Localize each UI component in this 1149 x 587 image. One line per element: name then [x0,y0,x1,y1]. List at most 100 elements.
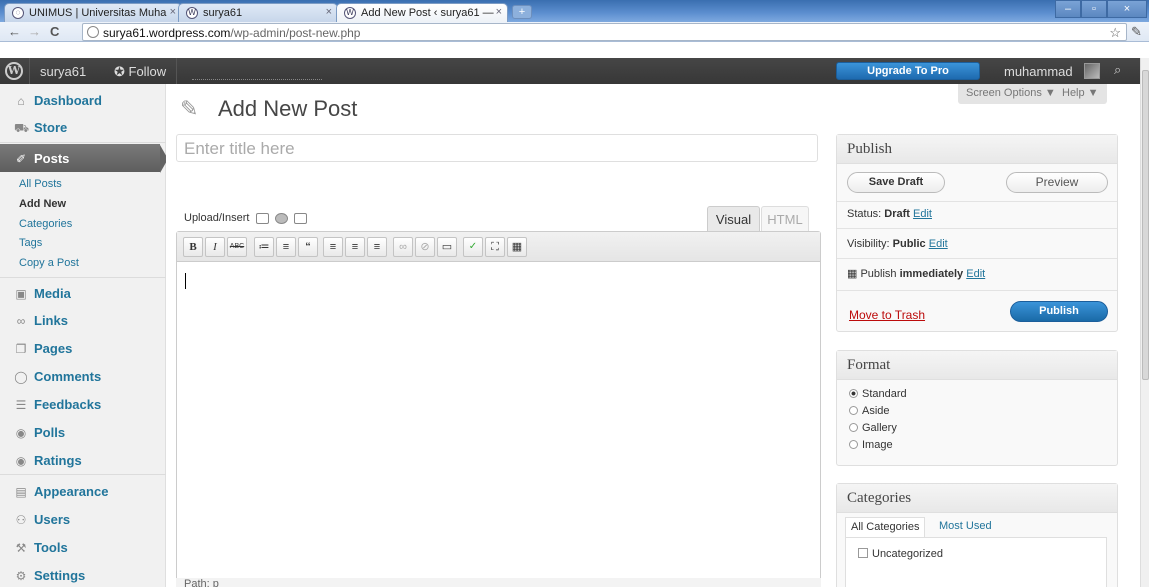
format-option-gallery[interactable]: Gallery [849,422,897,434]
sidebar-item-ratings[interactable]: ◉ Ratings [0,448,160,474]
sidebar-item-pages[interactable]: ❐ Pages [0,336,160,362]
sidebar-item-tools[interactable]: ⚒ Tools [0,535,160,561]
scrollbar-thumb[interactable] [1142,70,1149,380]
align-left-icon[interactable]: ≡ [323,237,343,257]
numbered-list-icon[interactable]: ≡ [276,237,296,257]
sidebar-item-appearance[interactable]: ▤ Appearance [0,479,160,505]
submenu-categories[interactable]: Categories [19,218,72,230]
bullet-list-icon[interactable]: ≔ [254,237,274,257]
media-icon: ▣ [15,287,27,301]
save-draft-button[interactable]: Save Draft [847,172,945,193]
browser-tab-unimus[interactable]: ◌ UNIMUS | Universitas Muha × [4,3,182,22]
add-poll-icon[interactable] [293,212,307,224]
align-right-icon[interactable]: ≡ [367,237,387,257]
strikethrough-button[interactable]: ABC [227,237,247,257]
tools-icon: ⚒ [15,541,27,555]
forward-icon[interactable]: → [28,24,41,39]
radio[interactable] [849,440,858,449]
publish-button[interactable]: Publish [1010,301,1108,322]
minimize-button[interactable]: – [1055,0,1081,18]
sidebar-item-comments[interactable]: ◯ Comments [0,364,160,390]
reload-icon[interactable]: C [50,24,59,39]
sidebar-item-users[interactable]: ⚇ Users [0,507,160,533]
category-item-uncategorized[interactable]: Uncategorized [858,548,943,560]
wrench-icon[interactable]: ✎ [1131,24,1142,40]
wordpress-logo-icon[interactable]: W [5,62,23,80]
upgrade-to-pro-button[interactable]: Upgrade To Pro [836,62,980,80]
submenu-tags[interactable]: Tags [19,237,42,249]
sidebar-item-store[interactable]: ⛟ Store [0,115,160,141]
window-close-button[interactable]: × [1107,0,1147,18]
format-option-aside[interactable]: Aside [849,405,890,417]
sidebar-item-links[interactable]: ∞ Links [0,308,160,334]
radio[interactable] [849,423,858,432]
tab-all-categories[interactable]: All Categories [845,517,926,537]
blockquote-icon[interactable]: “ [298,237,318,257]
close-tab-icon[interactable]: × [170,6,176,18]
search-icon[interactable]: ⌕ [1114,62,1121,78]
move-to-trash-link[interactable]: Move to Trash [849,308,925,322]
submenu-add-new[interactable]: Add New [19,198,66,210]
bookmark-star-icon[interactable]: ☆ [1109,25,1121,41]
unlink-icon[interactable]: ⊘ [415,237,435,257]
add-image-icon[interactable] [255,212,269,224]
submenu-copy-a-post[interactable]: Copy a Post [19,257,79,269]
user-name-link[interactable]: muhammad [1004,64,1073,79]
avatar[interactable] [1084,63,1100,79]
format-option-image[interactable]: Image [849,439,893,451]
spellcheck-icon[interactable]: ✓ [463,237,483,257]
bold-button[interactable]: B [183,237,203,257]
admin-bar-search-input[interactable] [192,63,322,80]
insert-link-icon[interactable]: ∞ [393,237,413,257]
maximize-button[interactable]: ▫ [1081,0,1107,18]
checkbox[interactable] [858,548,868,558]
browser-tab-add-new-post[interactable]: W Add New Post ‹ surya61 — × [336,3,508,22]
submenu-all-posts[interactable]: All Posts [19,178,62,190]
close-tab-icon[interactable]: × [326,6,332,18]
follow-link[interactable]: ✪ Follow [114,64,166,80]
help-button[interactable]: Help ▼ [1054,84,1107,104]
editor-path: Path: p [176,578,821,587]
editor-content-area[interactable] [177,262,820,587]
tab-most-used[interactable]: Most Used [939,520,992,532]
format-box: Format Standard Aside Gallery Image [836,350,1118,466]
editor-toolbar: B I ABC ≔ ≡ “ ≡ ≡ ≡ ∞ ⊘ ▭ ✓ ⛶ ▦ [177,232,820,262]
sidebar-item-media[interactable]: ▣ Media [0,281,160,307]
feedback-icon: ☰ [15,398,27,412]
users-icon: ⚇ [15,513,27,527]
sidebar-item-polls[interactable]: ◉ Polls [0,420,160,446]
radio[interactable] [849,406,858,415]
pages-icon: ❐ [15,342,27,356]
page-scrollbar[interactable] [1140,58,1149,587]
edit-visibility-link[interactable]: Edit [929,238,948,250]
sidebar-item-feedbacks[interactable]: ☰ Feedbacks [0,392,160,418]
browser-tab-surya61[interactable]: W surya61 × [178,3,338,22]
screen-options-button[interactable]: Screen Options ▼ [958,84,1064,104]
more-tag-icon[interactable]: ▭ [437,237,457,257]
close-tab-icon[interactable]: × [496,6,502,18]
fullscreen-icon[interactable]: ⛶ [485,237,505,257]
preview-button[interactable]: Preview [1006,172,1108,193]
site-name-link[interactable]: surya61 [40,64,86,79]
sidebar-item-posts[interactable]: ✐ Posts [0,144,160,172]
new-tab-button[interactable]: + [512,5,532,19]
sidebar-item-settings[interactable]: ⚙ Settings [0,563,160,587]
add-media-icon[interactable] [274,212,288,224]
tab-visual[interactable]: Visual [707,206,760,232]
align-center-icon[interactable]: ≡ [345,237,365,257]
edit-status-link[interactable]: Edit [913,208,932,220]
italic-button[interactable]: I [205,237,225,257]
radio-selected[interactable] [849,389,858,398]
browser-tab-strip: ◌ UNIMUS | Universitas Muha × W surya61 … [0,0,1149,22]
tab-html[interactable]: HTML [761,206,809,232]
address-bar-row: ← → C surya61.wordpress.com/wp-admin/pos… [0,22,1149,42]
post-title-input[interactable]: Enter title here [176,134,818,162]
back-icon[interactable]: ← [8,24,21,39]
url-input[interactable]: surya61.wordpress.com/wp-admin/post-new.… [82,23,1127,41]
format-option-standard[interactable]: Standard [849,388,907,400]
divider [837,258,1117,259]
kitchen-sink-icon[interactable]: ▦ [507,237,527,257]
sidebar-item-dashboard[interactable]: ⌂ Dashboard [0,88,160,114]
edit-schedule-link[interactable]: Edit [966,268,985,280]
wordpress-icon: W [186,7,198,19]
